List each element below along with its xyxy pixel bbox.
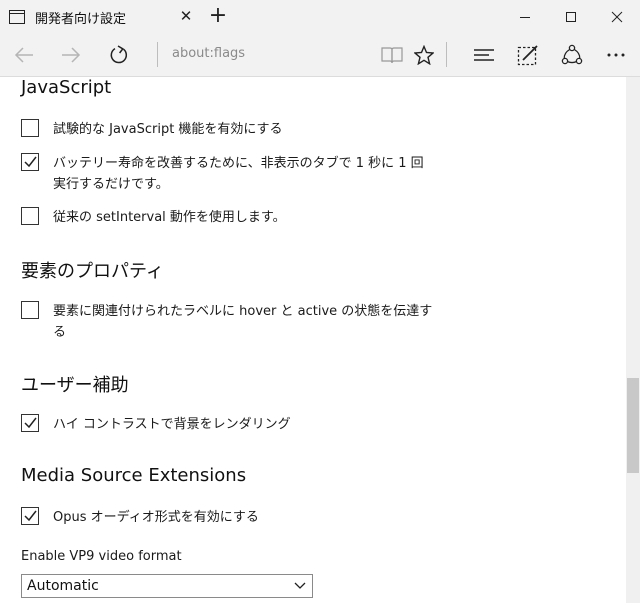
tab-page-icon: [9, 9, 25, 28]
back-button[interactable]: [6, 33, 42, 76]
share-icon: [561, 44, 583, 64]
toolbar-separator: [157, 42, 158, 67]
forward-button[interactable]: [53, 33, 89, 76]
flags-page-content: JavaScript 試験的な JavaScript 機能を有効にする バッテリ…: [0, 77, 626, 603]
checkbox[interactable]: [21, 507, 39, 525]
web-note-icon: [517, 44, 538, 65]
star-icon: [414, 44, 434, 65]
checkbox[interactable]: [21, 153, 39, 171]
address-bar[interactable]: about:flags: [172, 46, 245, 61]
favorite-button[interactable]: [406, 33, 442, 76]
vp9-format-label: Enable VP9 video format: [21, 549, 182, 564]
tab-close-icon[interactable]: ✕: [178, 8, 194, 24]
refresh-icon: [110, 44, 128, 63]
refresh-button[interactable]: [101, 33, 137, 76]
option-label: Opus オーディオ形式を有効にする: [53, 510, 259, 525]
close-window-button[interactable]: [594, 0, 640, 33]
web-note-button[interactable]: [510, 33, 546, 76]
minimize-icon: [520, 17, 530, 18]
checkbox[interactable]: [21, 301, 39, 319]
option-label: ハイ コントラストで背景をレンダリング: [53, 417, 291, 432]
chevron-down-icon: [294, 582, 306, 589]
checkmark-icon: [24, 417, 37, 429]
close-icon: [611, 11, 623, 23]
checkbox[interactable]: [21, 119, 39, 137]
vertical-scrollbar[interactable]: [626, 77, 640, 603]
scrollbar-thumb[interactable]: [627, 378, 639, 473]
browser-tab[interactable]: 開発者向け設定 ✕: [0, 0, 202, 33]
more-button[interactable]: [598, 33, 634, 76]
section-heading-javascript: JavaScript: [21, 77, 112, 98]
navigation-toolbar: about:flags: [0, 33, 640, 77]
checkbox[interactable]: [21, 414, 39, 432]
maximize-icon: [566, 12, 576, 22]
reading-view-icon: [381, 46, 403, 63]
option-label: バッテリー寿命を改善するために、非表示のタブで 1 秒に 1 回実行するだけです…: [53, 156, 424, 192]
toolbar-separator: [446, 42, 447, 67]
more-dots-icon: [607, 53, 625, 56]
option-label: 試験的な JavaScript 機能を有効にする: [53, 122, 283, 137]
share-button[interactable]: [554, 33, 590, 76]
checkmark-icon: [24, 156, 37, 168]
new-tab-icon[interactable]: +: [207, 5, 229, 27]
hub-button[interactable]: [466, 33, 502, 76]
minimize-button[interactable]: [502, 0, 548, 33]
select-value: Automatic: [27, 578, 99, 594]
option-label: 従来の setInterval 動作を使用します。: [53, 210, 286, 225]
tab-title: 開発者向け設定: [35, 12, 127, 27]
reading-view-button[interactable]: [374, 33, 410, 76]
checkbox[interactable]: [21, 207, 39, 225]
section-heading-mse: Media Source Extensions: [21, 465, 247, 486]
forward-arrow-icon: [62, 46, 81, 63]
hub-icon: [474, 48, 494, 61]
vp9-format-select[interactable]: Automatic: [21, 574, 313, 598]
maximize-button[interactable]: [548, 0, 594, 33]
section-heading-element-properties: 要素のプロパティ: [21, 261, 164, 282]
back-arrow-icon: [14, 46, 33, 63]
option-label: 要素に関連付けられたラベルに hover と active の状態を伝達する: [53, 304, 433, 340]
checkmark-icon: [24, 510, 37, 522]
title-bar: 開発者向け設定 ✕ +: [0, 0, 640, 33]
section-heading-accessibility: ユーザー補助: [21, 375, 129, 396]
